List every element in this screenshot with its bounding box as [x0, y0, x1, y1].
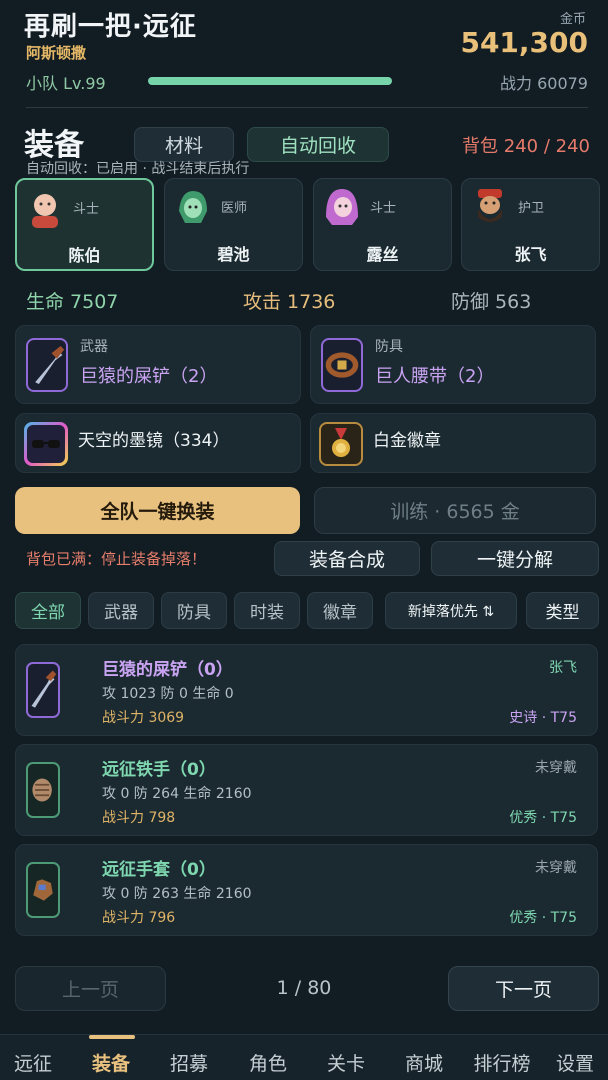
sunglasses-icon [24, 422, 68, 466]
item-stats: 攻 0 防 263 生命 2160 [102, 886, 252, 902]
game-title: 再刷一把·远征 [24, 12, 197, 42]
auto-recycle-note: 自动回收：已启用 · 战斗结束后执行 [26, 161, 250, 177]
glove-icon [26, 862, 60, 918]
filter-badge[interactable]: 徽章 [307, 592, 373, 629]
hero-name: 陈伯 [68, 246, 101, 265]
tab-materials[interactable]: 材料 [134, 127, 234, 162]
filter-all[interactable]: 全部 [15, 592, 81, 629]
combat-power: 战力 60079 [500, 74, 588, 93]
player-name: 阿斯顿撒 [26, 44, 87, 62]
item-power: 战斗力 3069 [102, 710, 185, 726]
item-rarity: 优秀 · T75 [509, 910, 577, 926]
list-item[interactable]: 巨猿的屎铲（0） 攻 1023 防 0 生命 0 战斗力 3069 张飞 史诗 … [15, 644, 598, 736]
gold-amount: 541,300 [460, 26, 588, 59]
weapon-slot[interactable]: 武器 巨猿的屎铲（2） [15, 325, 301, 404]
slot-item-name: 天空的墨镜（334） [78, 431, 230, 451]
hero-card-chenbo[interactable]: 斗士 陈伯 [15, 178, 154, 271]
type-filter-button[interactable]: 类型 [526, 592, 599, 629]
item-power: 战斗力 798 [102, 810, 176, 826]
stat-defense: 防御 563 [451, 291, 532, 313]
nav-stages[interactable]: 关卡 [308, 1049, 384, 1076]
xp-progress-bar [148, 77, 392, 85]
nav-recruit[interactable]: 招募 [151, 1049, 227, 1076]
nav-settings[interactable]: 设置 [542, 1049, 608, 1076]
item-power: 战斗力 796 [102, 910, 176, 926]
nav-equipment[interactable]: 装备 [73, 1049, 149, 1076]
hero-card-bichi[interactable]: 医师 碧池 [164, 178, 303, 271]
slot-item-name: 巨猿的屎铲（2） [80, 366, 218, 387]
nav-shop[interactable]: 商城 [386, 1049, 462, 1076]
slot-category: 防具 [375, 339, 403, 355]
bag-capacity: 背包 240 / 240 [462, 136, 590, 157]
next-page-button[interactable]: 下一页 [448, 966, 599, 1011]
item-name: 远征铁手（0） [102, 760, 216, 780]
item-rarity: 优秀 · T75 [509, 810, 577, 826]
active-tab-indicator [89, 1035, 135, 1039]
item-owner: 未穿戴 [535, 860, 577, 876]
slot-item-name: 巨人腰带（2） [375, 366, 495, 387]
list-item[interactable]: 远征手套（0） 攻 0 防 263 生命 2160 战斗力 796 未穿戴 优秀… [15, 844, 598, 936]
hero-card-lusi[interactable]: 斗士 露丝 [313, 178, 452, 271]
hero-role: 斗士 [370, 201, 397, 216]
hero-role: 医师 [221, 201, 248, 216]
gauntlet-icon [26, 762, 60, 818]
fashion-slot[interactable]: 天空的墨镜（334） [15, 413, 301, 473]
divider [26, 107, 588, 108]
slot-item-name: 白金徽章 [373, 431, 441, 451]
nav-expedition[interactable]: 远征 [0, 1049, 71, 1076]
team-level: 小队 Lv.99 [26, 74, 106, 93]
sort-newest-button[interactable]: 新掉落优先 ⇅ [385, 592, 517, 629]
hero-card-zhangfei[interactable]: 护卫 张飞 [461, 178, 600, 271]
shovel-icon [26, 662, 60, 718]
filter-weapon[interactable]: 武器 [88, 592, 154, 629]
item-name: 远征手套（0） [102, 860, 216, 880]
bottom-nav: 远征 装备 招募 角色 关卡 商城 排行榜 设置 [0, 1034, 608, 1080]
hero-avatar-icon [32, 194, 58, 228]
item-stats: 攻 0 防 264 生命 2160 [102, 786, 252, 802]
train-button[interactable]: 训练 · 6565 金 [314, 487, 596, 534]
hero-avatar-icon [478, 189, 502, 222]
item-rarity: 史诗 · T75 [509, 710, 577, 726]
tab-auto-recycle[interactable]: 自动回收 [247, 127, 389, 162]
item-stats: 攻 1023 防 0 生命 0 [102, 686, 234, 702]
hero-name: 碧池 [217, 245, 250, 264]
shovel-icon [26, 338, 68, 392]
gold-label: 金币 [559, 12, 586, 27]
filter-armor[interactable]: 防具 [161, 592, 227, 629]
filter-fashion[interactable]: 时装 [234, 592, 300, 629]
belt-icon [321, 338, 363, 392]
badge-slot[interactable]: 白金徽章 [310, 413, 596, 473]
hero-avatar-icon [179, 191, 207, 223]
page-indicator: 1 / 80 [276, 977, 332, 999]
medal-icon [319, 422, 363, 466]
armor-slot[interactable]: 防具 巨人腰带（2） [310, 325, 596, 404]
slot-category: 武器 [80, 339, 108, 355]
equip-all-button[interactable]: 全队一键换装 [15, 487, 300, 534]
hero-name: 露丝 [366, 245, 399, 264]
prev-page-button[interactable]: 上一页 [15, 966, 166, 1011]
stat-hp: 生命 7507 [26, 291, 119, 313]
hero-avatar-icon [326, 189, 358, 225]
decompose-button[interactable]: 一键分解 [431, 541, 599, 576]
item-owner: 张飞 [549, 660, 577, 676]
list-item[interactable]: 远征铁手（0） 攻 0 防 264 生命 2160 战斗力 798 未穿戴 优秀… [15, 744, 598, 836]
bag-full-warning: 背包已满：停止装备掉落！ [26, 550, 207, 568]
stat-attack: 攻击 1736 [243, 291, 336, 313]
synthesize-button[interactable]: 装备合成 [274, 541, 420, 576]
item-name: 巨猿的屎铲（0） [102, 660, 233, 680]
item-owner: 未穿戴 [535, 760, 577, 776]
hero-name: 张飞 [514, 245, 547, 264]
hero-role: 护卫 [518, 201, 545, 216]
nav-leaderboard[interactable]: 排行榜 [464, 1049, 540, 1076]
nav-characters[interactable]: 角色 [230, 1049, 306, 1076]
hero-role: 斗士 [73, 202, 100, 217]
